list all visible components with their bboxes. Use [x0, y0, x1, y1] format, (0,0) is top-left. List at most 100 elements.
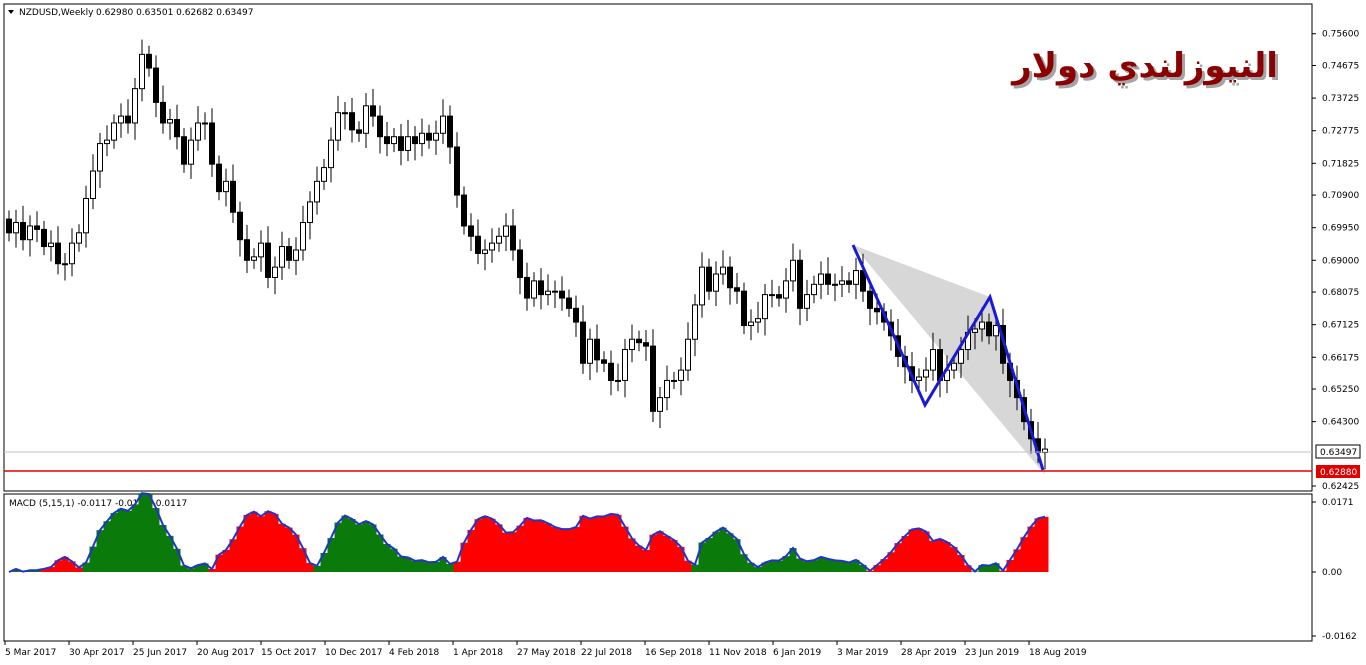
macd-bar: [411, 560, 419, 572]
macd-bar: [810, 560, 818, 572]
candle-body: [335, 112, 341, 141]
candle-body: [762, 294, 768, 320]
candle-body: [482, 249, 488, 254]
macd-bar: [726, 533, 734, 572]
macd-bar: [383, 543, 391, 572]
macd-bar: [530, 520, 538, 572]
candle-body: [559, 290, 565, 299]
candle-body: [594, 338, 600, 361]
time-axis: 5 Mar 2017 30 Apr 2017 25 Jun 2017 20 Aug 2…: [4, 641, 1087, 658]
candle-body: [538, 280, 544, 296]
candle-body: [55, 242, 61, 265]
time-tick-label: 6 Jan 2019: [773, 648, 821, 658]
candle-body: [111, 122, 117, 141]
candle-body: [146, 53, 152, 69]
macd-bar: [369, 524, 377, 572]
macd-bar: [523, 517, 531, 572]
ohlc-label: 0.62980 0.63501 0.62682 0.63497: [96, 8, 253, 18]
candle-body: [90, 170, 96, 200]
candle-body: [433, 132, 439, 141]
candle-body: [398, 136, 404, 151]
candle-body: [132, 88, 138, 124]
candle-body: [678, 369, 684, 381]
candle-body: [622, 349, 628, 381]
macd-tick-label: -0.0162: [1322, 632, 1357, 642]
candle-body: [867, 290, 873, 309]
time-tick-label: 27 May 2018: [517, 648, 576, 658]
candle-body: [265, 242, 271, 278]
macd-bar: [1034, 518, 1042, 572]
candle-body: [650, 345, 656, 412]
candle-body: [615, 379, 621, 382]
candle-body: [349, 112, 355, 131]
macd-axis: 0.0171 0.00 -0.0162: [1312, 498, 1357, 642]
candle-body: [475, 235, 481, 254]
macd-tick-label: 0.00: [1322, 568, 1342, 578]
candle-body: [818, 273, 824, 285]
macd-bar: [432, 561, 440, 572]
candle-body: [419, 132, 425, 145]
price-tick-label: 0.70900: [1322, 191, 1359, 201]
macd-bar: [558, 529, 566, 572]
candle-body: [986, 321, 992, 337]
candle-body: [706, 266, 712, 292]
macd-bar: [831, 560, 839, 572]
macd-bar: [376, 534, 384, 572]
candle-body: [923, 369, 929, 378]
candle-body: [167, 119, 173, 124]
time-tick-label: 1 Apr 2018: [453, 648, 503, 658]
candle-body: [776, 294, 782, 299]
macd-bar: [474, 519, 482, 572]
candle-body: [104, 139, 110, 145]
candle-body: [230, 180, 236, 213]
candle-body: [370, 105, 376, 117]
candle-body: [566, 297, 572, 309]
candle-body: [601, 359, 607, 364]
candle-body: [552, 290, 558, 293]
time-tick-label: 23 Jun 2019: [965, 648, 1019, 658]
candle-body: [713, 273, 719, 292]
symbol-label: NZDUSD,Weekly: [19, 8, 94, 18]
price-tick-label: 0.71825: [1322, 159, 1359, 169]
macd-bar: [110, 513, 118, 572]
macd-bar: [348, 519, 356, 572]
macd-bar: [145, 494, 153, 572]
macd-bar: [719, 527, 727, 572]
candle-body: [237, 211, 243, 241]
macd-bar: [1027, 526, 1035, 572]
candle-body: [979, 321, 985, 330]
macd-bar: [103, 521, 111, 572]
candle-body: [874, 307, 880, 313]
macd-bar: [537, 520, 545, 572]
chart-canvas: NZDUSD,Weekly 0.62980 0.63501 0.62682 0.…: [3, 3, 1361, 658]
candle-body: [608, 362, 614, 381]
macd-bar: [586, 518, 594, 572]
time-tick-label: 25 Jun 2017: [133, 648, 187, 658]
macd-bar: [922, 531, 930, 572]
macd-bar: [656, 531, 664, 572]
candle-body: [139, 53, 145, 90]
candle-body: [846, 280, 852, 285]
price-tick-label: 0.64300: [1322, 418, 1359, 428]
candle-body: [377, 115, 383, 138]
candle-body: [209, 122, 215, 165]
candle-body: [160, 101, 166, 124]
macd-bar: [446, 563, 454, 572]
time-tick-label: 15 Oct 2017: [261, 648, 317, 658]
candle-body: [629, 338, 635, 351]
candle-body: [454, 146, 460, 196]
macd-bar: [838, 560, 846, 572]
macd-bar: [152, 508, 160, 572]
time-tick-label: 30 Apr 2017: [69, 648, 125, 658]
price-tick-label: 0.69950: [1322, 224, 1359, 234]
macd-bar: [397, 556, 405, 572]
support-label: 0.62880: [1320, 468, 1357, 478]
candle-body: [510, 225, 516, 251]
macd-bar: [663, 535, 671, 572]
macd-bar: [943, 542, 951, 572]
macd-bar: [635, 545, 643, 572]
candle-body: [643, 342, 649, 347]
macd-bar: [285, 527, 293, 572]
macd-bar: [775, 560, 783, 572]
price-tick-label: 0.66175: [1322, 353, 1359, 363]
